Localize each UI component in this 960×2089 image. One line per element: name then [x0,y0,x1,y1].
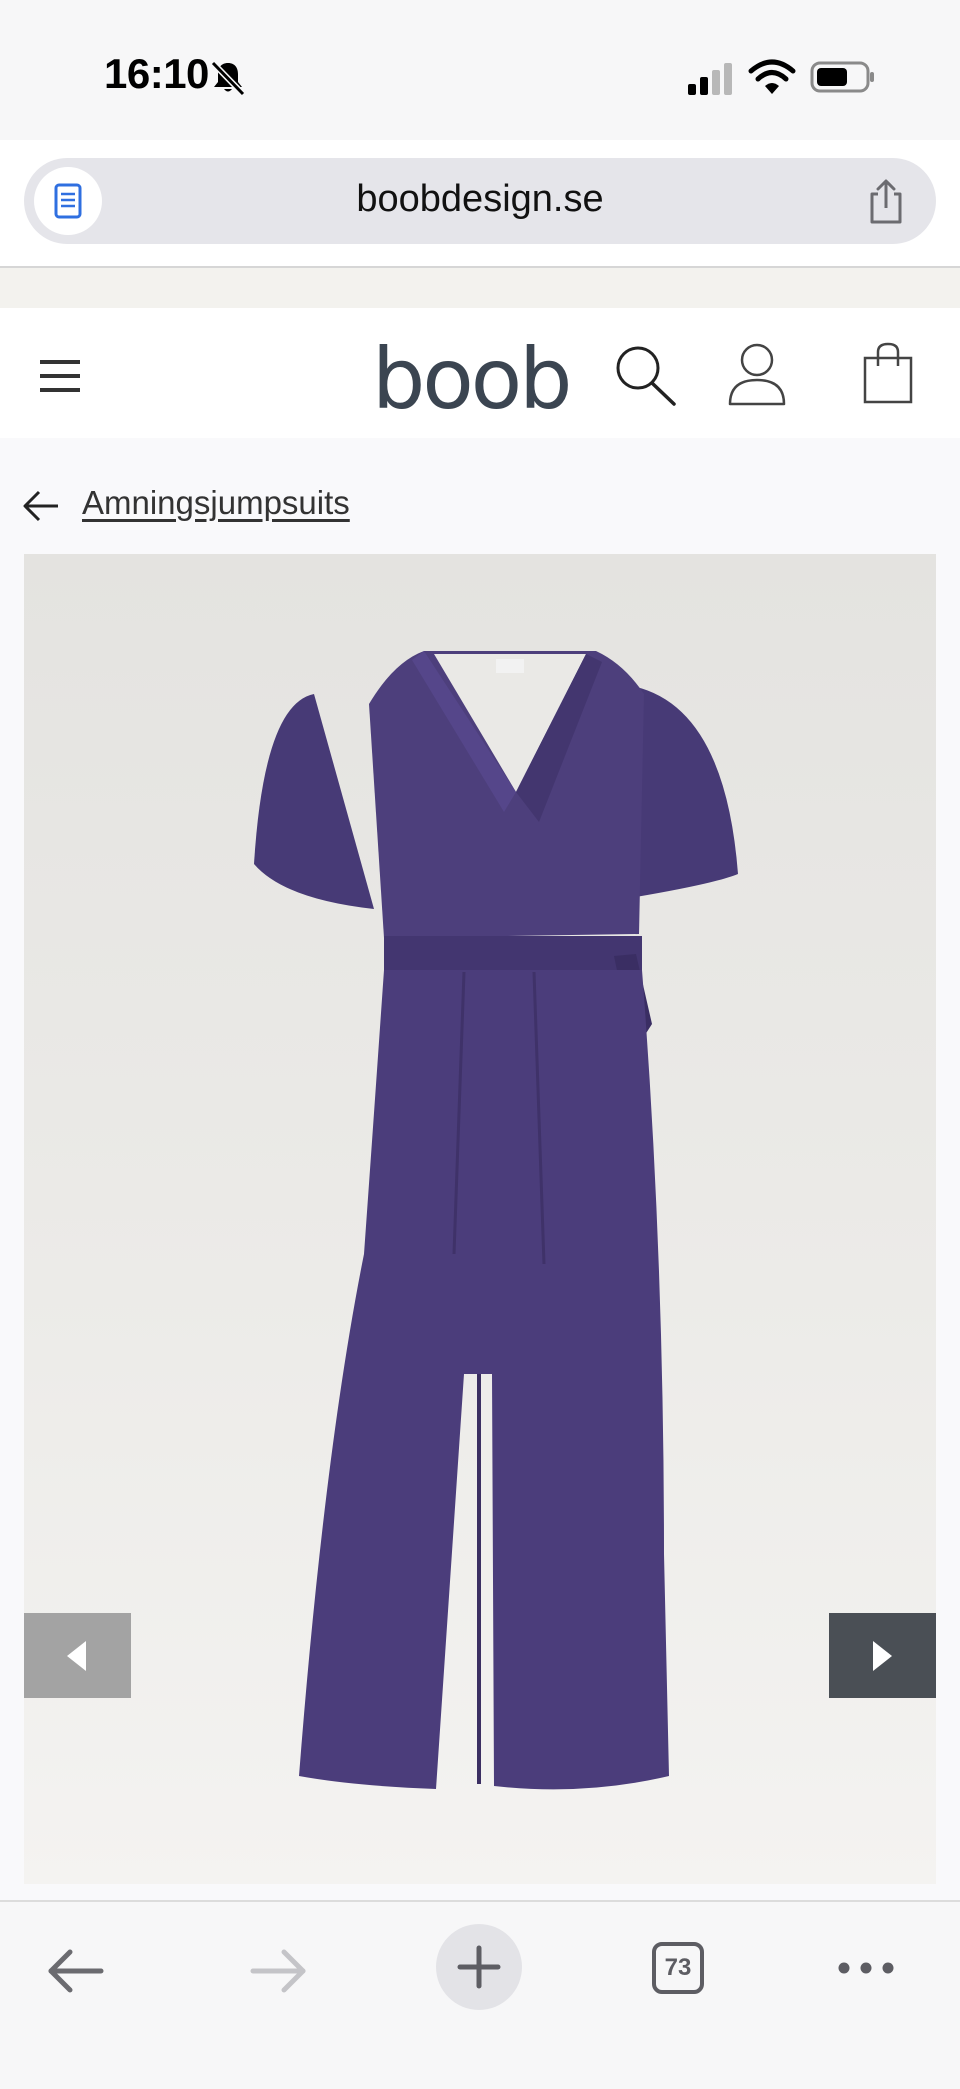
share-icon[interactable] [864,178,908,226]
logo-text: boob [372,330,572,428]
arrow-left-icon[interactable] [22,490,60,522]
triangle-right-icon [873,1641,892,1671]
address-bar[interactable]: boobdesign.se [24,158,936,244]
account-icon[interactable] [726,340,788,408]
bell-slash-icon [210,60,246,97]
new-tab-button[interactable] [436,1924,522,2010]
wifi-icon [748,59,796,94]
triangle-left-icon [67,1641,86,1671]
shopping-bag-icon[interactable] [862,342,914,404]
jumpsuit-image [254,651,738,1790]
breadcrumb-link[interactable]: Amningsjumpsuits [82,484,350,522]
browser-toolbar: 73 [0,1900,960,2089]
forward-arrow-icon[interactable] [248,1946,308,1996]
more-icon[interactable] [836,1958,896,1978]
menu-icon[interactable] [38,356,82,396]
product-page: Amningsjumpsuits [0,438,960,1900]
status-bar: 16:10 [0,0,960,140]
brand-logo[interactable]: boob [372,330,586,428]
plus-icon [457,1945,501,1989]
back-arrow-icon[interactable] [46,1946,106,1996]
carousel-next-button[interactable] [829,1613,936,1698]
promo-strip [0,268,960,308]
site-header: boob [0,308,960,438]
tabs-icon[interactable]: 73 [652,1942,704,1994]
search-icon[interactable] [612,342,678,408]
carousel-prev-button[interactable] [24,1613,131,1698]
cellular-signal-icon [688,63,732,95]
product-image[interactable] [24,554,936,1884]
battery-icon [810,61,874,93]
status-time: 16:10 [104,50,209,97]
url-text[interactable]: boobdesign.se [24,178,936,221]
